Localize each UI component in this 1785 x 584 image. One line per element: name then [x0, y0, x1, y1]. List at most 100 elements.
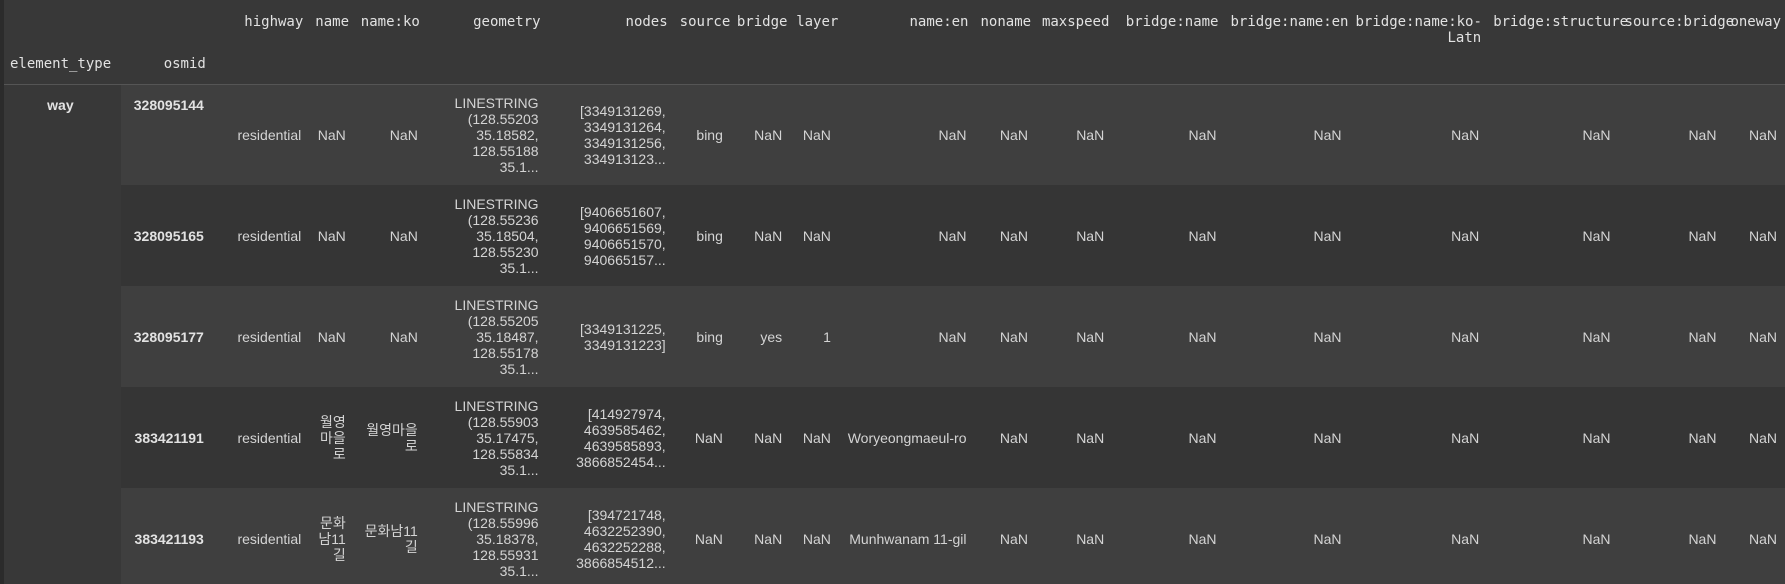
- cell-bridge: NaN: [730, 387, 791, 488]
- cell-nodes: [3349131225, 3349131223]: [546, 286, 674, 387]
- cell-bridge: NaN: [730, 84, 791, 185]
- cell-oneway: NaN: [1724, 286, 1785, 387]
- col-header-source: source: [679, 14, 731, 30]
- cell-highway: residential: [211, 185, 310, 286]
- cell-bridge-structure: NaN: [1487, 185, 1619, 286]
- dataframe-table: highway name name:ko geometry nodes sour…: [0, 0, 1785, 584]
- blank-header: [0, 0, 121, 46]
- cell-name: NaN: [309, 286, 354, 387]
- cell-source-bridge: NaN: [1618, 84, 1725, 185]
- table-row: 383421191 residential 월영마을로 월영마을로 LINEST…: [0, 387, 1785, 488]
- cell-maxspeed: NaN: [1035, 286, 1113, 387]
- index-osmid: 328095177: [120, 286, 212, 387]
- col-header-bridge-name: bridge:name: [1125, 14, 1219, 30]
- cell-bridge-structure: NaN: [1487, 286, 1619, 387]
- cell-name-ko: NaN: [353, 185, 426, 286]
- cell-bridge-structure: NaN: [1487, 84, 1619, 185]
- cell-nodes: [3349131269, 3349131264, 3349131256, 334…: [546, 84, 674, 185]
- cell-name-ko: 월영마을로: [353, 387, 426, 488]
- cell-bridge-name-en: NaN: [1224, 387, 1350, 488]
- cell-nodes: [414927974, 4639585462, 4639585893, 3866…: [546, 387, 674, 488]
- cell-name: 문화남11길: [309, 488, 354, 584]
- cell-bridge-name-en: NaN: [1224, 286, 1350, 387]
- cell-name-en: NaN: [838, 84, 975, 185]
- cell-bridge-name: NaN: [1112, 185, 1225, 286]
- col-header-source-bridge: source:bridge: [1624, 14, 1735, 30]
- cell-layer: NaN: [790, 387, 839, 488]
- index-name-osmid: osmid: [163, 56, 206, 72]
- cell-name: NaN: [309, 185, 354, 286]
- cell-source: NaN: [673, 488, 731, 584]
- col-header-layer: layer: [796, 14, 839, 30]
- dataframe-output: highway name name:ko geometry nodes sour…: [0, 0, 1785, 584]
- cell-layer: NaN: [790, 185, 839, 286]
- index-osmid: 383421191: [120, 387, 212, 488]
- cell-highway: residential: [211, 488, 310, 584]
- cell-source-bridge: NaN: [1618, 185, 1725, 286]
- col-header-bridge-name-ko-latn: bridge:name:ko-Latn: [1355, 14, 1482, 46]
- cell-name-ko: 문화남11길: [353, 488, 426, 584]
- cell-maxspeed: NaN: [1035, 387, 1113, 488]
- cell-bridge-name: NaN: [1112, 387, 1225, 488]
- cell-source-bridge: NaN: [1618, 286, 1725, 387]
- cell-geometry: LINESTRING (128.55996 35.18378, 128.5593…: [425, 488, 547, 584]
- cell-source: NaN: [673, 387, 731, 488]
- cell-source: bing: [673, 185, 731, 286]
- cell-bridge-name-en: NaN: [1224, 84, 1350, 185]
- output-gutter: [0, 0, 4, 584]
- cell-noname: NaN: [974, 286, 1036, 387]
- table-row: way 328095144 residential NaN NaN LINEST…: [0, 84, 1785, 584]
- cell-geometry: LINESTRING (128.55236 35.18504, 128.5523…: [425, 185, 547, 286]
- cell-name-ko: NaN: [353, 286, 426, 387]
- cell-oneway: NaN: [1724, 185, 1785, 286]
- cell-nodes: [394721748, 4632252390, 4632252288, 3866…: [546, 488, 674, 584]
- cell-bridge-name: NaN: [1112, 286, 1225, 387]
- cell-name-en: NaN: [838, 286, 975, 387]
- col-header-bridge: bridge: [736, 14, 788, 30]
- cell-name-ko: NaN: [353, 84, 426, 185]
- cell-oneway: NaN: [1724, 387, 1785, 488]
- cell-maxspeed: NaN: [1035, 84, 1113, 185]
- index-osmid: 328095144: [120, 84, 212, 185]
- cell-layer: 1: [790, 286, 839, 387]
- cell-geometry: LINESTRING (128.55903 35.17475, 128.5583…: [425, 387, 547, 488]
- cell-noname: NaN: [974, 488, 1036, 584]
- col-header-bridge-name-en: bridge:name:en: [1230, 14, 1349, 30]
- cell-layer: NaN: [790, 488, 839, 584]
- index-osmid: 383421193: [120, 488, 212, 584]
- col-header-bridge-structure: bridge:structure: [1493, 14, 1629, 30]
- cell-bridge-structure: NaN: [1487, 488, 1619, 584]
- cell-name-en: Munhwanam 11-gil: [838, 488, 975, 584]
- cell-bridge: NaN: [730, 185, 791, 286]
- cell-name: NaN: [309, 84, 354, 185]
- cell-noname: NaN: [974, 84, 1036, 185]
- cell-bridge-name-ko-latn: NaN: [1349, 185, 1488, 286]
- col-header-geometry: geometry: [473, 14, 541, 30]
- blank-index-header: [212, 46, 1785, 84]
- index-header-row: element_type osmid: [0, 46, 1785, 84]
- cell-bridge-name: NaN: [1112, 84, 1225, 185]
- cell-highway: residential: [211, 84, 310, 185]
- cell-bridge-name-ko-latn: NaN: [1349, 488, 1488, 584]
- col-header-oneway: oneway: [1730, 14, 1782, 30]
- cell-name-en: NaN: [838, 185, 975, 286]
- column-header-row: highway name name:ko geometry nodes sour…: [0, 0, 1785, 46]
- col-header-name: name: [315, 14, 350, 30]
- cell-bridge: yes: [730, 286, 791, 387]
- cell-bridge-name-en: NaN: [1224, 488, 1350, 584]
- col-header-highway: highway: [244, 14, 304, 30]
- cell-noname: NaN: [974, 387, 1036, 488]
- cell-highway: residential: [211, 387, 310, 488]
- cell-noname: NaN: [974, 185, 1036, 286]
- col-header-maxspeed: maxspeed: [1041, 14, 1110, 30]
- cell-source-bridge: NaN: [1618, 488, 1725, 584]
- cell-bridge-name-en: NaN: [1224, 185, 1350, 286]
- table-row: 328095177 residential NaN NaN LINESTRING…: [0, 286, 1785, 387]
- cell-source-bridge: NaN: [1618, 387, 1725, 488]
- cell-maxspeed: NaN: [1035, 488, 1113, 584]
- cell-geometry: LINESTRING (128.55205 35.18487, 128.5517…: [425, 286, 547, 387]
- index-osmid: 328095165: [120, 185, 212, 286]
- blank-header: [121, 0, 212, 46]
- cell-bridge-name-ko-latn: NaN: [1349, 387, 1488, 488]
- cell-oneway: NaN: [1724, 488, 1785, 584]
